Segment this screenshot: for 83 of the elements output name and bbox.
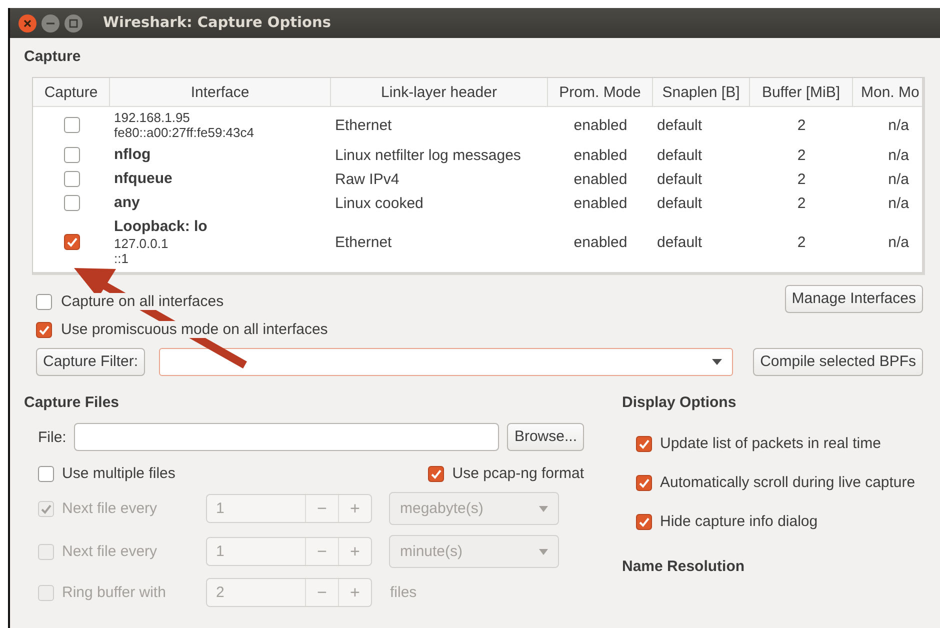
manage-interfaces-button[interactable]: Manage Interfaces	[784, 285, 923, 313]
spin-value: 2	[215, 583, 226, 603]
checkbox-label: Next file every	[62, 543, 158, 560]
column-header[interactable]: Prom. Mode	[548, 78, 653, 106]
checkbox-label: Use promiscuous mode on all interfaces	[60, 321, 329, 338]
table-cell-text: any	[113, 193, 141, 213]
compile-bpfs-button[interactable]: Compile selected BPFs	[753, 348, 923, 376]
checkbox[interactable]	[64, 195, 80, 211]
table-cell-text: enabled	[572, 116, 628, 136]
checkbox[interactable]	[64, 117, 80, 133]
section-heading: Name Resolution	[622, 558, 746, 575]
table-cell-text: 2	[796, 116, 807, 136]
table-cell-text: Raw IPv4	[334, 170, 400, 190]
table-cell-text: default	[656, 116, 704, 136]
table-cell-text: n/a	[887, 146, 910, 166]
checkbox-label: Update list of packets in real time	[660, 435, 881, 452]
table-cell-text: Loopback: lo 127.0.0.1 ::1	[113, 217, 208, 268]
table-cell-text: 2	[796, 146, 807, 166]
column-header[interactable]: Mon. Mo	[853, 78, 922, 106]
checkbox[interactable]	[36, 322, 52, 338]
checkbox[interactable]	[636, 514, 652, 530]
file-field[interactable]	[74, 423, 500, 451]
checkbox-label: Ring buffer with	[62, 584, 166, 601]
column-header[interactable]: Link-layer header	[331, 78, 548, 106]
unit-label: files	[390, 584, 417, 601]
close-icon[interactable]	[18, 14, 37, 32]
table-cell-text: default	[656, 146, 704, 166]
table-cell-text: default	[656, 170, 704, 190]
table-cell-text: Ethernet	[334, 116, 393, 136]
browse-button[interactable]: Browse...	[507, 423, 584, 451]
column-header[interactable]: Buffer [MiB]	[750, 78, 853, 106]
dropdown-value: megabyte(s)	[400, 500, 484, 517]
column-header[interactable]: Interface	[110, 78, 331, 106]
table-cell-text: enabled	[572, 232, 628, 252]
spin-value: 1	[215, 542, 226, 562]
checkbox[interactable]	[636, 474, 652, 490]
checkbox[interactable]	[64, 171, 80, 187]
checkbox-label: Use multiple files	[62, 465, 176, 482]
checkbox-label: Next file every	[62, 500, 158, 517]
table-cell-text: 2	[796, 194, 807, 214]
table-cell-text: n/a	[887, 194, 910, 214]
table-cell-text: enabled	[572, 194, 628, 214]
table-cell-text: 2	[796, 232, 807, 252]
section-heading: Display Options	[622, 394, 738, 411]
checkbox-label: Capture on all interfaces	[60, 293, 225, 310]
checkbox-label: Use pcap-ng format	[452, 465, 584, 482]
window-title: Wireshark: Capture Options	[103, 15, 331, 31]
minimize-icon[interactable]	[41, 14, 60, 32]
table-cell-text: nflog	[113, 145, 152, 165]
dropdown-value: minute(s)	[400, 543, 463, 560]
table-cell-text: Linux cooked	[334, 194, 424, 214]
section-heading: Capture	[24, 48, 82, 65]
checkbox[interactable]	[636, 436, 652, 452]
column-header[interactable]: Snaplen [B]	[653, 78, 750, 106]
dropdown-arrow-icon	[539, 548, 548, 554]
filter-field[interactable]	[159, 348, 734, 376]
table-cell-text: 192.168.1.95 fe80::a00:27ff:fe59:43c4	[113, 109, 255, 142]
table-cell-text: 2	[796, 170, 807, 190]
dropdown-arrow-icon	[539, 506, 548, 512]
column-header[interactable]: Capture	[33, 78, 110, 106]
table-cell-text: Linux netfilter log messages	[334, 146, 522, 166]
spin-value: 1	[215, 499, 226, 519]
checkbox[interactable]	[428, 466, 444, 482]
checkbox[interactable]	[36, 294, 52, 310]
table-cell-text: n/a	[887, 170, 910, 190]
table-cell-text: Ethernet	[334, 232, 393, 252]
checkbox[interactable]	[38, 466, 54, 482]
field-label: File:	[38, 428, 66, 446]
table-cell-text: enabled	[572, 146, 628, 166]
table-cell-text: default	[656, 194, 704, 214]
checkbox-label: Hide capture info dialog	[660, 513, 818, 530]
table-cell-text: n/a	[887, 232, 910, 252]
capture-filter-button[interactable]: Capture Filter:	[36, 348, 146, 376]
dropdown-arrow-icon[interactable]	[712, 359, 722, 365]
checkbox[interactable]	[64, 147, 80, 163]
section-heading: Capture Files	[24, 394, 120, 411]
table-cell-text: default	[656, 232, 704, 252]
table-cell-text: n/a	[887, 116, 910, 136]
maximize-icon[interactable]	[64, 14, 83, 32]
table-cell-text: nfqueue	[113, 169, 174, 189]
table-cell-text: enabled	[572, 170, 628, 190]
checkbox-label: Automatically scroll during live capture	[660, 474, 916, 491]
checkbox[interactable]	[64, 234, 80, 250]
